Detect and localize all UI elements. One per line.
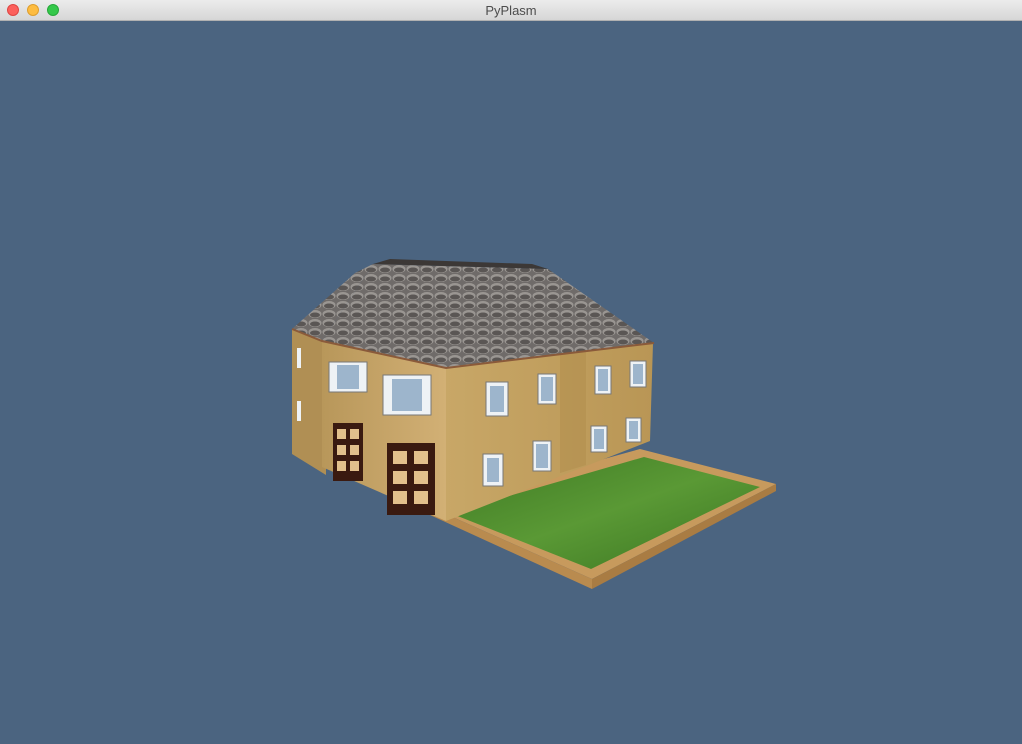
title-bar[interactable]: PyPlasm bbox=[0, 0, 1022, 21]
house-model bbox=[291, 259, 776, 589]
pyplasm-window: PyPlasm bbox=[0, 0, 1022, 744]
3d-viewport[interactable] bbox=[0, 21, 1022, 744]
window-title: PyPlasm bbox=[485, 3, 537, 18]
